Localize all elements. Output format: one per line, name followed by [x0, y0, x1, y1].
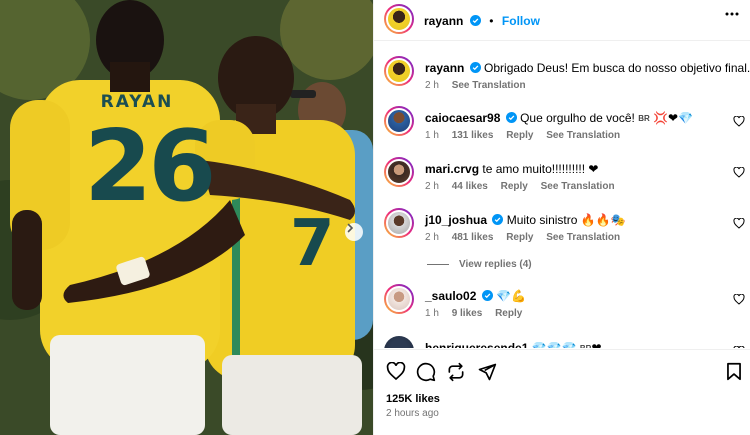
comment-avatar[interactable] — [384, 208, 414, 238]
comment-username[interactable]: j10_joshua — [425, 213, 487, 227]
comments-list: rayann Obrigado Deus! Em busca do nosso … — [374, 42, 750, 348]
next-image-button[interactable] — [345, 223, 363, 241]
comment-username[interactable]: _saulo02 — [425, 289, 476, 303]
caption-username[interactable]: rayann — [425, 61, 464, 75]
svg-text:7: 7 — [290, 207, 335, 281]
comment-avatar[interactable] — [384, 336, 414, 348]
like-heart-icon[interactable] — [386, 362, 406, 381]
comment-username[interactable]: mari.crvg — [425, 162, 479, 176]
comment-username[interactable]: caiocaesar98 — [425, 111, 500, 125]
heart-icon[interactable] — [733, 294, 745, 305]
comment-text: Muito sinistro — [506, 213, 578, 227]
comment-age: 2 h — [425, 232, 439, 243]
jersey-number: 26 — [84, 110, 216, 224]
reply-button[interactable]: Reply — [501, 181, 528, 192]
post-image: 7 RAYAN 26 — [0, 0, 373, 435]
caption-text: Obrigado Deus! Em busca do nosso objetiv… — [484, 61, 750, 75]
comment-avatar[interactable] — [384, 284, 414, 314]
flag-icon: BR — [638, 114, 650, 123]
post-time-ago: 2 hours ago — [386, 408, 439, 419]
comment-likes[interactable]: 9 likes — [452, 308, 483, 319]
author-avatar[interactable] — [384, 4, 414, 34]
comment-avatar[interactable] — [384, 106, 414, 136]
comment-bubble-icon[interactable] — [416, 362, 436, 382]
share-send-icon[interactable] — [477, 362, 497, 382]
heart-icon[interactable] — [733, 116, 745, 127]
reply-button[interactable]: Reply — [506, 130, 533, 141]
see-translation-button[interactable]: See Translation — [546, 130, 620, 141]
verified-badge-icon — [481, 290, 493, 301]
chevron-right-icon — [347, 223, 354, 233]
comment-likes[interactable]: 44 likes — [452, 181, 488, 192]
comment-emoji: 🔥🔥🎭 — [580, 213, 626, 227]
post-actions-bar — [374, 349, 750, 435]
caption-avatar[interactable] — [384, 56, 414, 86]
comment-likes[interactable]: 131 likes — [452, 130, 494, 141]
flag-icon: BR — [580, 341, 592, 348]
verified-badge-icon — [469, 15, 481, 26]
view-replies-button[interactable]: View replies (4) — [427, 259, 532, 270]
more-horizontal-icon[interactable] — [725, 12, 739, 16]
repost-icon[interactable] — [446, 362, 466, 382]
comment-emoji: ❤ — [588, 162, 599, 176]
heart-icon[interactable] — [733, 218, 745, 229]
comment-age: 1 h — [425, 130, 439, 141]
comment-emoji: 💢❤💎 — [653, 111, 694, 125]
see-translation-button[interactable]: See Translation — [452, 80, 526, 91]
view-replies-label: View replies (4) — [459, 259, 532, 270]
comment-emoji: 💎💎💎 — [531, 341, 577, 348]
see-translation-button[interactable]: See Translation — [541, 181, 615, 192]
comment-age: 1 h — [425, 308, 439, 319]
see-translation-button[interactable]: See Translation — [546, 232, 620, 243]
comment-avatar[interactable] — [384, 157, 414, 187]
replies-divider — [427, 263, 449, 265]
comment-text: Que orgulho de você! — [520, 111, 635, 125]
reply-button[interactable]: Reply — [495, 308, 522, 319]
comment-emoji-after: ❤ — [591, 341, 602, 348]
jersey-name: RAYAN — [100, 92, 174, 112]
header-separator: • — [489, 14, 494, 28]
verified-badge-icon — [492, 214, 504, 225]
heart-icon[interactable] — [733, 167, 745, 178]
verified-badge-icon — [469, 62, 481, 73]
author-username[interactable]: rayann — [424, 14, 463, 28]
post-header: rayann • Follow — [374, 0, 750, 41]
comment-emoji: 💎💪 — [496, 289, 526, 303]
post-likes-count[interactable]: 125K likes — [386, 393, 440, 405]
verified-badge-icon — [505, 112, 517, 123]
comment-age: 2 h — [425, 181, 439, 192]
post-side-panel: rayann • Follow rayann Obrigado Deus! Em… — [373, 0, 750, 435]
caption-age: 2 h — [425, 80, 439, 91]
save-bookmark-icon[interactable] — [726, 362, 742, 381]
follow-button[interactable]: Follow — [502, 14, 540, 28]
heart-icon[interactable] — [733, 346, 745, 348]
comment-username[interactable]: henriqueresende1 — [425, 341, 528, 348]
comment-text: te amo muito!!!!!!!!!! — [482, 162, 586, 176]
comment-likes[interactable]: 481 likes — [452, 232, 494, 243]
reply-button[interactable]: Reply — [506, 232, 533, 243]
